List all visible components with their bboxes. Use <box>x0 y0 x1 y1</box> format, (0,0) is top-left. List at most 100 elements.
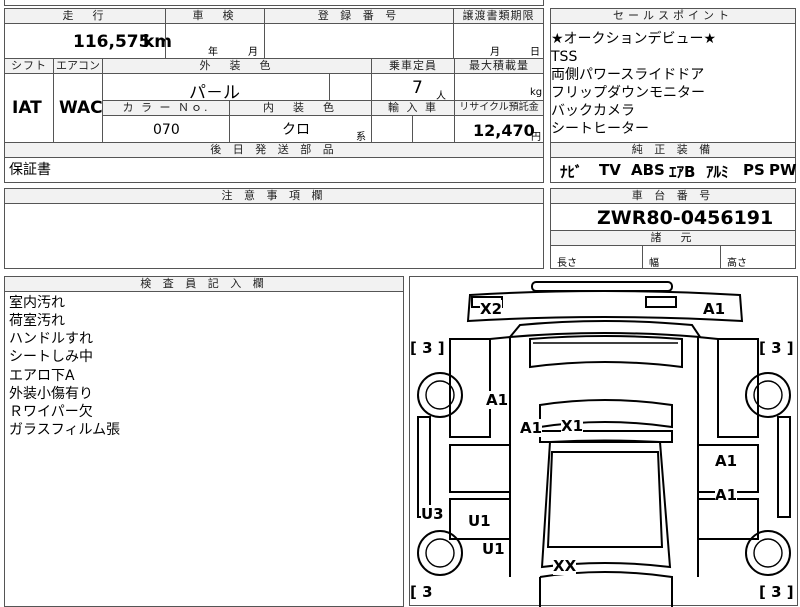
damage-mark: X1 <box>561 417 584 435</box>
equipment-item: ABS <box>631 161 665 179</box>
recycle-cell: 12,470 円 <box>454 115 544 143</box>
damage-mark: X2 <box>480 300 503 318</box>
import-header: 輸 入 車 <box>371 100 455 116</box>
inspector-note: Ｒワイパー欠 <box>9 404 93 420</box>
sales-point-item: フリップダウンモニター <box>551 85 705 101</box>
dims-height: 高さ <box>727 258 747 269</box>
import-cell-b <box>412 115 455 143</box>
shift-value: IAT <box>12 98 42 118</box>
transfer-cell: 月 日 <box>453 23 544 59</box>
inspector-note: 室内汚れ <box>9 295 65 311</box>
damage-mark: A1 <box>703 300 726 318</box>
dims-length-cell: 長さ <box>550 245 643 269</box>
tire-tread-mark: [ 3 ] <box>410 339 445 357</box>
sales-point-item: TSS <box>551 49 578 65</box>
import-cell-a <box>371 115 413 143</box>
damage-mark: U3 <box>421 505 444 523</box>
transfer-day: 日 <box>530 47 540 58</box>
equipment-item: ｱﾙﾐ <box>706 163 729 181</box>
dims-width-cell: 幅 <box>642 245 721 269</box>
max-load-cell: kg <box>454 73 544 101</box>
capacity-header: 乗車定員 <box>371 58 455 74</box>
inspector-note: ガラスフィルム張 <box>9 422 121 438</box>
mileage-value: 116,575 <box>73 32 151 52</box>
car-outline-diagram <box>417 281 791 607</box>
recycle-unit: 円 <box>531 132 541 143</box>
recycle-header: リサイクル預託金 <box>454 100 544 116</box>
max-load-unit: kg <box>530 87 543 98</box>
dims-width: 幅 <box>649 258 659 269</box>
sales-points-cell: ★オークションデビュー★ TSS 両側パワースライドドア フリップダウンモニター… <box>550 23 796 143</box>
aircon-header: エアコン <box>53 58 103 74</box>
inspection-year: 年 <box>208 47 218 58</box>
sales-point-item: 両側パワースライドドア <box>551 67 705 83</box>
sales-point-item: ★オークションデビュー★ <box>551 31 717 47</box>
notes-header: 注 意 事 項 欄 <box>4 188 544 204</box>
inspector-note: エアロ下A <box>9 368 75 384</box>
chassis-cell: ZWR80-0456191 <box>550 203 796 231</box>
interior-color-cell: クロ 系 <box>229 115 372 143</box>
chassis-header: 車 台 番 号 <box>550 188 796 204</box>
damage-mark: U1 <box>468 512 491 530</box>
tire-tread-mark: [ 3 ] <box>759 583 794 601</box>
damage-mark: A1 <box>715 486 738 504</box>
car-diagram-frame: X2 A1 [ 3 ] [ 3 ] A1 A1 X1 A1 A1 U3 U1 U… <box>409 276 798 607</box>
equipment-item: PW <box>769 161 797 179</box>
shift-header: シフト <box>4 58 54 74</box>
dims-length: 長さ <box>557 258 577 269</box>
inspector-header: 検 査 員 記 入 欄 <box>4 276 404 292</box>
color-no-cell: 070 <box>102 115 230 143</box>
damage-mark: A1 <box>715 452 738 470</box>
sales-point-item: シートヒーター <box>551 121 649 137</box>
shift-cell: IAT <box>4 73 54 143</box>
inspection-header: 車 検 <box>165 8 265 24</box>
damage-mark: XX <box>553 557 577 575</box>
inspection-cell: 年 月 <box>165 23 265 59</box>
color-no-header: カ ラ ー Ｎｏ. <box>102 100 230 116</box>
color-no-value: 070 <box>153 122 180 138</box>
parts-cell: 保証書 <box>4 157 544 183</box>
inspector-note: シートしみ中 <box>9 349 93 365</box>
aircon-cell: WAC <box>53 73 103 143</box>
capacity-cell: 7 人 <box>371 73 455 102</box>
exterior-color-header: 外 装 色 <box>102 58 372 74</box>
dims-height-cell: 高さ <box>720 245 796 269</box>
parts-value: 保証書 <box>9 162 51 178</box>
tire-tread-mark: [ 3 <box>410 583 433 601</box>
damage-mark: U1 <box>482 540 505 558</box>
recycle-value: 12,470 <box>473 121 535 140</box>
equipment-cell: ﾅﾋﾞ TV ABS ｴｱB ｱﾙﾐ PS PW <box>550 157 797 183</box>
equipment-header: 純 正 装 備 <box>550 142 796 158</box>
tire-tread-mark: [ 3 ] <box>759 339 794 357</box>
aircon-value: WAC <box>59 98 103 118</box>
dims-header: 諸 元 <box>550 230 796 246</box>
inspection-month: 月 <box>248 47 258 58</box>
inspector-note: 外装小傷有り <box>9 386 93 402</box>
transfer-month: 月 <box>490 47 500 58</box>
interior-color-suffix: 系 <box>356 132 366 143</box>
interior-color-header: 内 装 色 <box>229 100 372 116</box>
max-load-header: 最大積載量 <box>454 58 544 74</box>
equipment-item: ｴｱB <box>669 163 696 181</box>
sales-header: セールスポイント <box>550 8 796 24</box>
parts-header: 後 日 発 送 部 品 <box>4 142 544 158</box>
damage-mark: A1 <box>486 391 509 409</box>
mileage-cell: 116,575 km <box>4 23 172 59</box>
damage-mark: A1 <box>520 419 543 437</box>
notes-cell <box>4 203 544 269</box>
capacity-value: 7 <box>412 78 423 98</box>
interior-color-value: クロ <box>282 122 310 138</box>
mileage-header: 走 行 <box>4 8 166 24</box>
top-clipped-strip <box>4 0 544 6</box>
transfer-header: 譲渡書類期限 <box>453 8 544 24</box>
inspector-note: ハンドルすれ <box>9 331 93 347</box>
equipment-item: PS <box>743 161 765 179</box>
exterior-color-extra <box>329 73 372 101</box>
inspector-note: 荷室汚れ <box>9 313 65 329</box>
inspector-notes-cell: 室内汚れ 荷室汚れ ハンドルすれ シートしみ中 エアロ下A 外装小傷有り Ｒワイ… <box>4 291 404 607</box>
registration-cell <box>264 23 454 59</box>
registration-header: 登 録 番 号 <box>264 8 454 24</box>
chassis-number: ZWR80-0456191 <box>597 207 774 229</box>
exterior-color-cell: パ－ル <box>102 73 330 103</box>
sales-point-item: バックカメラ <box>551 103 635 119</box>
